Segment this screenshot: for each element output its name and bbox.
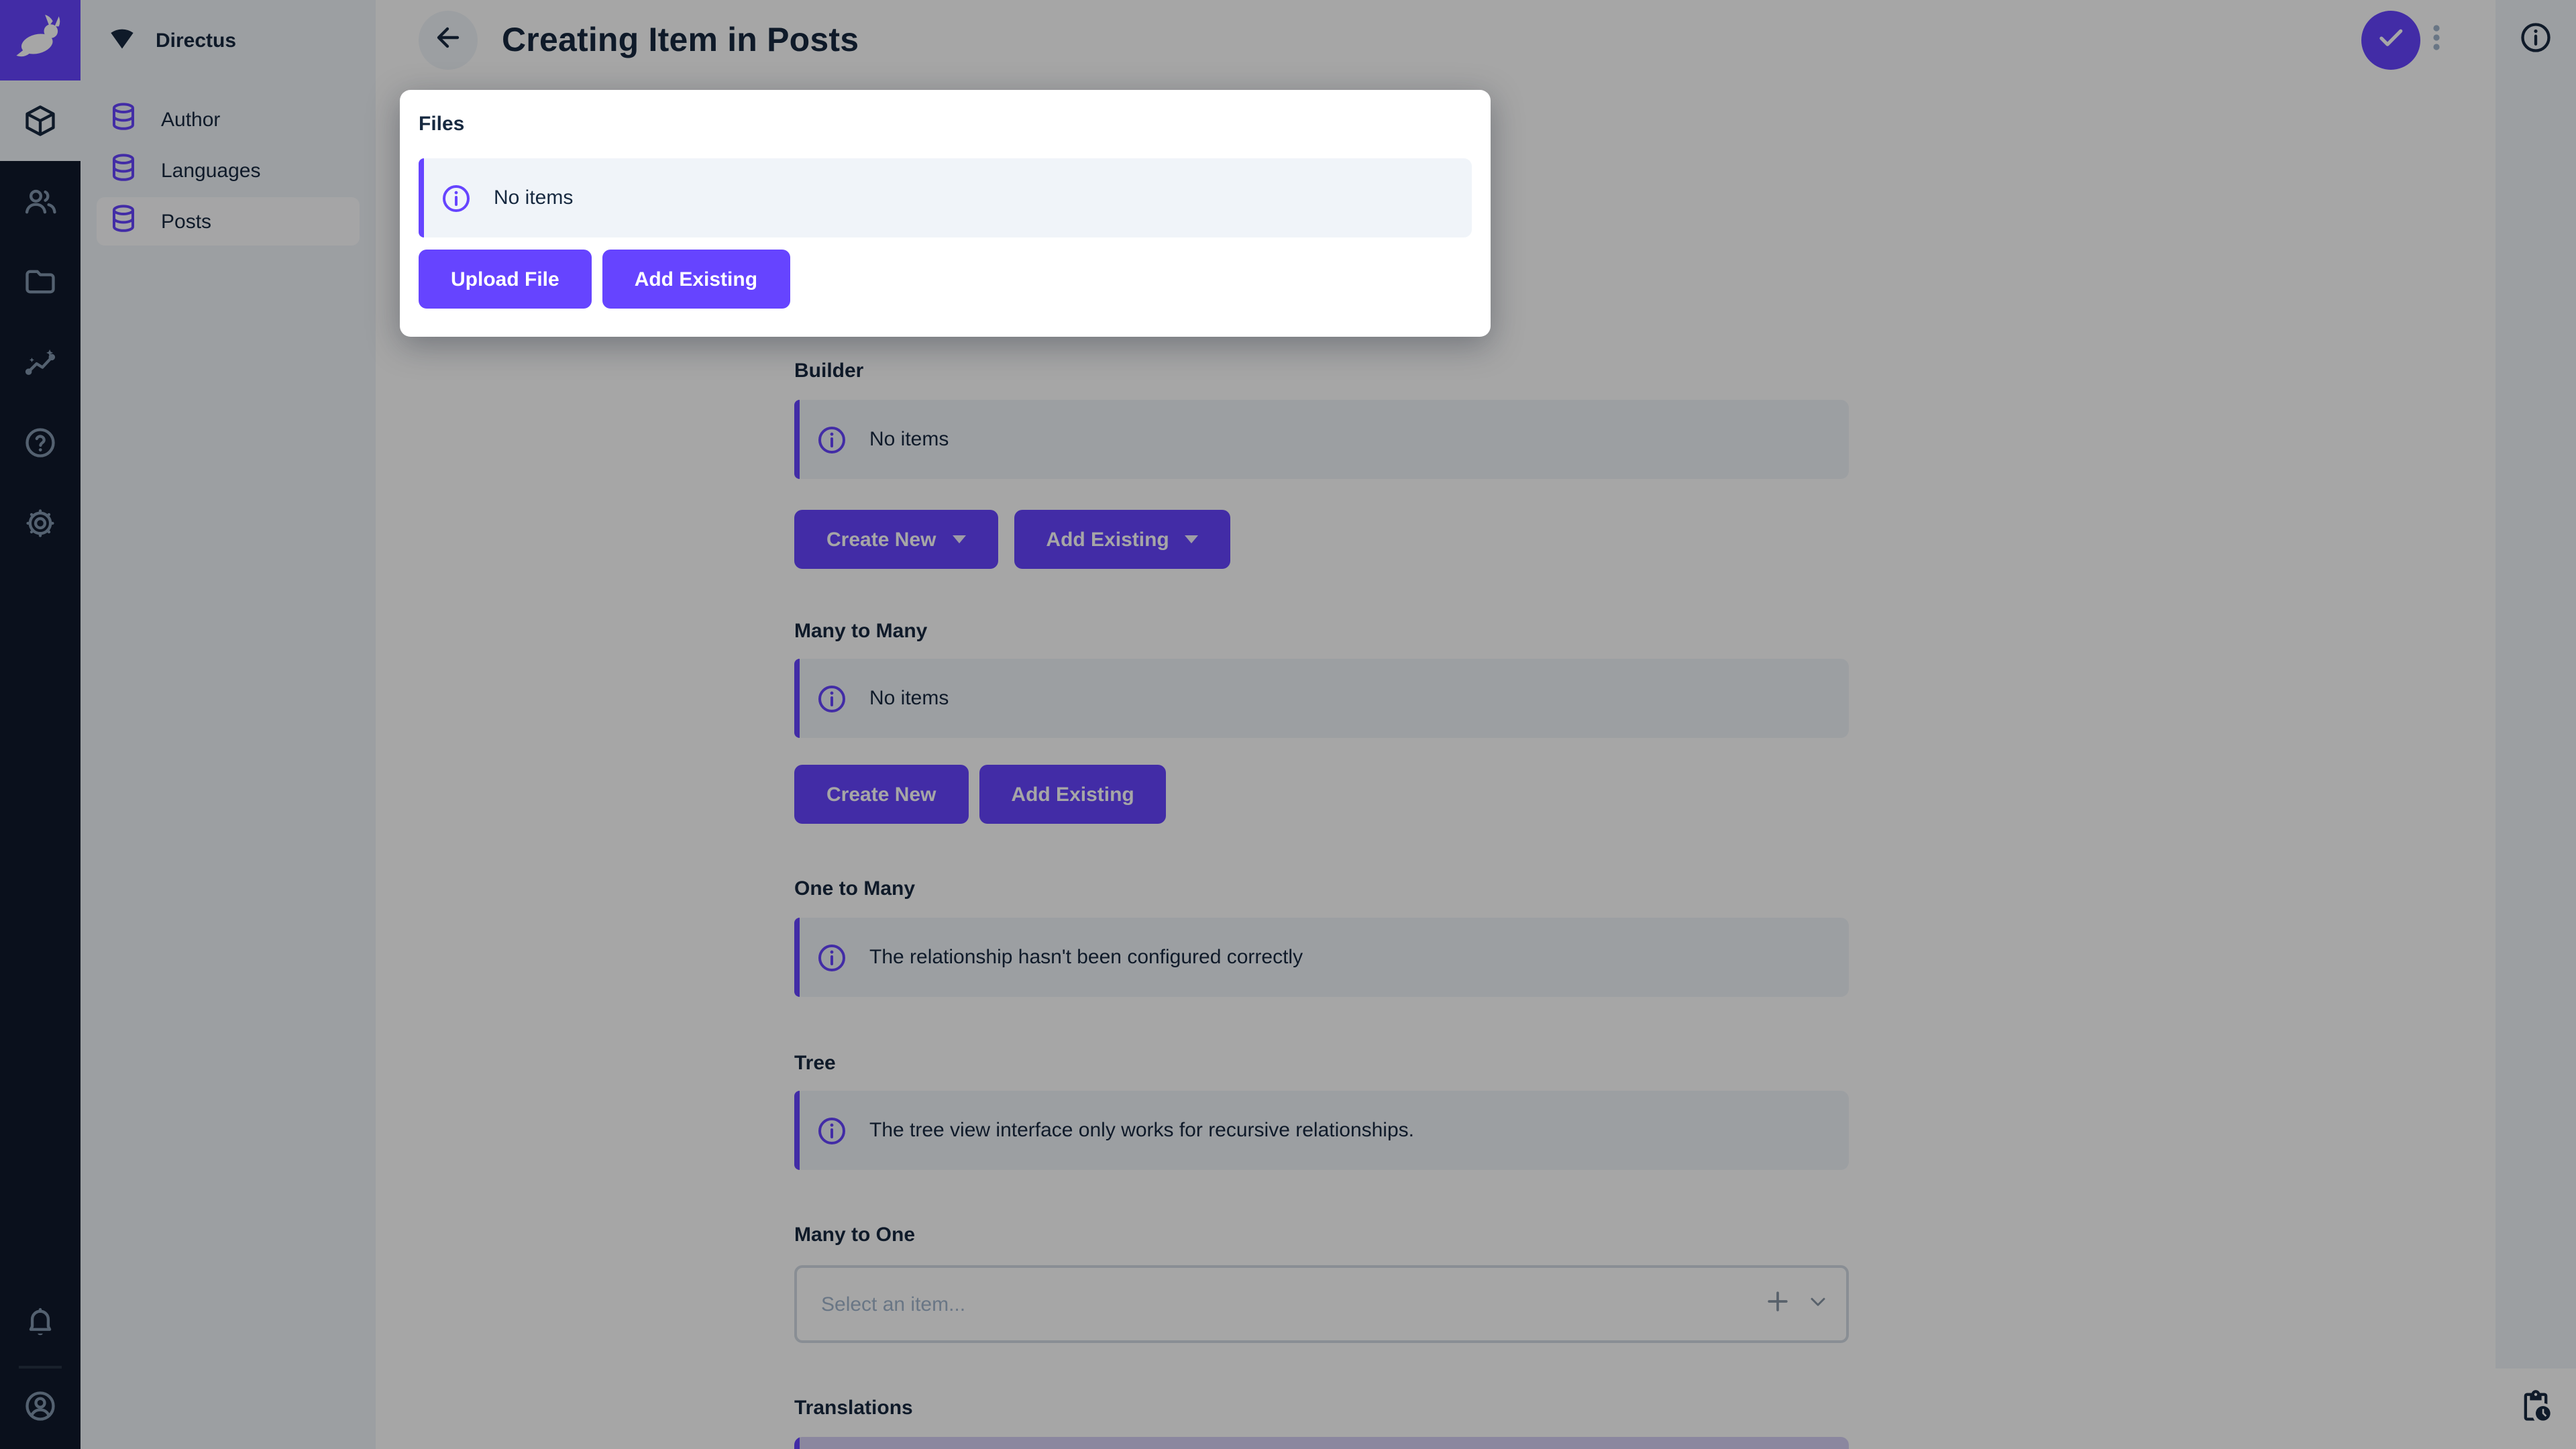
notice-accent-bar (419, 158, 424, 237)
info-icon (440, 182, 472, 219)
notice-text: No items (494, 186, 574, 209)
files-field-dialog: Files No items Upload File Add Existing (400, 90, 1491, 337)
upload-file-button[interactable]: Upload File (419, 250, 592, 309)
app-window: Directus Author Languages Posts Creating… (0, 0, 2576, 1449)
files-actions: Upload File Add Existing (419, 250, 790, 309)
field-label-files: Files (419, 113, 465, 136)
notice-files: No items (419, 158, 1472, 237)
add-existing-button[interactable]: Add Existing (602, 250, 790, 309)
